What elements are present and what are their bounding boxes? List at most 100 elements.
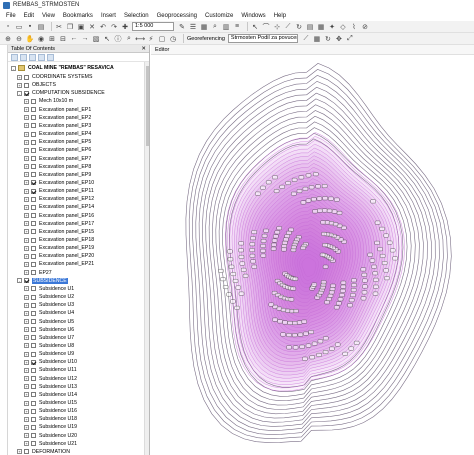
expand-icon[interactable]: + bbox=[24, 441, 29, 447]
expand-icon[interactable]: + bbox=[24, 107, 29, 113]
layer-row[interactable]: + Subsidence U2 bbox=[24, 293, 74, 301]
layer-visibility-checkbox[interactable] bbox=[31, 335, 36, 341]
reshape-icon[interactable]: ⌇ bbox=[350, 23, 358, 31]
layer-row[interactable]: - SUBSIDENCE bbox=[17, 277, 68, 285]
layer-visibility-checkbox[interactable] bbox=[31, 156, 36, 161]
python-icon[interactable]: ≡ bbox=[233, 23, 241, 31]
toc-options-icon[interactable] bbox=[47, 53, 54, 61]
list-by-visibility-icon[interactable] bbox=[29, 53, 36, 61]
layer-visibility-checkbox[interactable] bbox=[31, 139, 36, 145]
layer-visibility-checkbox[interactable] bbox=[31, 204, 36, 210]
menu-bookmarks[interactable]: Bookmarks bbox=[63, 13, 93, 19]
layer-row[interactable]: + Mech 10x10 m bbox=[24, 97, 73, 105]
layer-visibility-checkbox[interactable] bbox=[31, 294, 36, 300]
list-by-drawing-order-icon[interactable] bbox=[11, 53, 18, 61]
layer-row[interactable]: + Excavation panel_EP17 bbox=[24, 220, 94, 228]
layer-visibility-checkbox[interactable] bbox=[31, 123, 36, 129]
layer-row[interactable]: + Subsidence U11 bbox=[24, 366, 77, 374]
expand-icon[interactable]: + bbox=[24, 400, 29, 406]
layer-row[interactable]: + Subsidence U1 bbox=[24, 285, 74, 293]
layer-visibility-checkbox[interactable] bbox=[31, 131, 36, 137]
toolbox-icon[interactable]: ▥ bbox=[222, 23, 230, 31]
layer-visibility-checkbox[interactable] bbox=[31, 237, 36, 243]
layer-row[interactable]: + Excavation panel_EP6 bbox=[24, 146, 91, 154]
expand-icon[interactable]: + bbox=[24, 98, 29, 104]
toc-close-icon[interactable]: ✕ bbox=[141, 46, 146, 52]
expand-icon[interactable]: + bbox=[24, 367, 29, 373]
list-by-source-icon[interactable] bbox=[20, 53, 27, 61]
layer-visibility-checkbox[interactable] bbox=[31, 115, 36, 121]
expand-icon[interactable]: + bbox=[24, 327, 29, 333]
find-icon[interactable]: ⌕ bbox=[125, 35, 133, 43]
layer-row[interactable]: + Excavation panel_EP14 bbox=[24, 203, 94, 211]
layer-row[interactable]: + Excavation panel_EP18 bbox=[24, 236, 94, 244]
layer-visibility-checkbox[interactable] bbox=[31, 327, 36, 333]
layer-row[interactable]: + Subsidence U19 bbox=[24, 423, 77, 431]
layer-row[interactable]: + Subsidence U14 bbox=[24, 391, 77, 399]
layer-row[interactable]: + Excavation panel_EP15 bbox=[24, 228, 94, 236]
rotate-icon[interactable]: ↻ bbox=[295, 23, 303, 31]
expand-icon[interactable]: + bbox=[24, 253, 29, 259]
expand-icon[interactable]: + bbox=[24, 221, 29, 227]
layer-row[interactable]: + Subsidence U7 bbox=[24, 334, 74, 342]
layer-visibility-checkbox[interactable] bbox=[31, 441, 36, 447]
expand-icon[interactable]: + bbox=[24, 302, 29, 308]
editor-menu[interactable]: Editor bbox=[155, 47, 169, 53]
layer-row[interactable]: + Subsidence U18 bbox=[24, 415, 77, 423]
expand-icon[interactable]: + bbox=[24, 286, 29, 292]
layer-visibility-checkbox[interactable] bbox=[24, 82, 29, 88]
layer-row[interactable]: + Excavation panel_EP7 bbox=[24, 155, 91, 163]
add-data-icon[interactable]: ✚ bbox=[121, 23, 129, 31]
save-icon[interactable]: ▪ bbox=[26, 23, 34, 31]
layer-row[interactable]: + Subsidence U6 bbox=[24, 326, 74, 334]
identify-icon[interactable]: ⓘ bbox=[114, 35, 122, 43]
georeference-layer-dropdown[interactable]: Strmosten Podil za povucen povr bbox=[227, 34, 298, 43]
menu-selection[interactable]: Selection bbox=[124, 13, 149, 19]
layer-row[interactable]: + Excavation panel_EP16 bbox=[24, 212, 94, 220]
layer-row[interactable]: + Excavation panel_EP2 bbox=[24, 114, 91, 122]
select-features-icon[interactable]: ▧ bbox=[92, 35, 100, 43]
expand-icon[interactable]: + bbox=[24, 156, 29, 161]
expand-icon[interactable]: + bbox=[24, 319, 29, 324]
pan-icon[interactable]: ✋ bbox=[26, 35, 35, 43]
layer-row[interactable]: + Subsidence U4 bbox=[24, 309, 74, 317]
layer-row[interactable]: + Excavation panel_EP21 bbox=[24, 260, 94, 268]
print-icon[interactable]: ▤ bbox=[37, 23, 45, 31]
layer-row[interactable]: + Subsidence U20 bbox=[24, 432, 77, 440]
layer-visibility-checkbox[interactable] bbox=[24, 74, 29, 80]
expand-icon[interactable]: + bbox=[24, 408, 29, 414]
expand-icon[interactable]: + bbox=[24, 196, 29, 202]
expand-icon[interactable]: + bbox=[24, 359, 29, 365]
layer-row[interactable]: + Subsidence U9 bbox=[24, 350, 74, 358]
expand-icon[interactable]: + bbox=[24, 335, 29, 341]
layer-row[interactable]: + Excavation panel_EP12 bbox=[24, 195, 94, 203]
zoom-out-icon[interactable]: ⊖ bbox=[15, 35, 23, 43]
select-elements-icon[interactable]: ↖ bbox=[103, 35, 111, 43]
expand-icon[interactable]: + bbox=[24, 131, 29, 137]
layer-row[interactable]: + Subsidence U3 bbox=[24, 301, 74, 309]
open-folder-icon[interactable]: ▭ bbox=[15, 23, 23, 31]
layer-row[interactable]: + Excavation panel_EP3 bbox=[24, 122, 91, 130]
menu-geoprocessing[interactable]: Geoprocessing bbox=[157, 13, 197, 19]
layer-visibility-checkbox[interactable] bbox=[31, 107, 36, 113]
shift-raster-icon[interactable]: ✥ bbox=[335, 35, 343, 43]
layer-visibility-checkbox[interactable] bbox=[24, 90, 29, 96]
expand-icon[interactable]: + bbox=[17, 449, 22, 455]
layer-visibility-checkbox[interactable] bbox=[24, 449, 29, 455]
layer-visibility-checkbox[interactable] bbox=[31, 196, 36, 202]
menu-insert[interactable]: Insert bbox=[101, 13, 116, 19]
split-icon[interactable]: ⟋ bbox=[284, 23, 292, 31]
layer-visibility-checkbox[interactable] bbox=[31, 229, 36, 235]
expand-icon[interactable]: + bbox=[24, 270, 29, 276]
layer-visibility-checkbox[interactable] bbox=[31, 367, 36, 373]
layer-row[interactable]: + COORDINATE SYSTEMS bbox=[17, 73, 92, 81]
layer-visibility-checkbox[interactable] bbox=[31, 424, 36, 430]
expand-icon[interactable]: + bbox=[24, 376, 29, 382]
attributes-icon[interactable]: ▤ bbox=[306, 23, 314, 31]
scale-raster-icon[interactable]: ⤢ bbox=[346, 35, 354, 43]
expand-icon[interactable]: + bbox=[24, 261, 29, 267]
cut-polygon-icon[interactable]: ⊘ bbox=[361, 23, 369, 31]
layer-row[interactable]: + Excavation panel_EP9 bbox=[24, 171, 91, 179]
vertex-icon[interactable]: ⊹ bbox=[273, 23, 281, 31]
layer-visibility-checkbox[interactable] bbox=[31, 180, 36, 186]
